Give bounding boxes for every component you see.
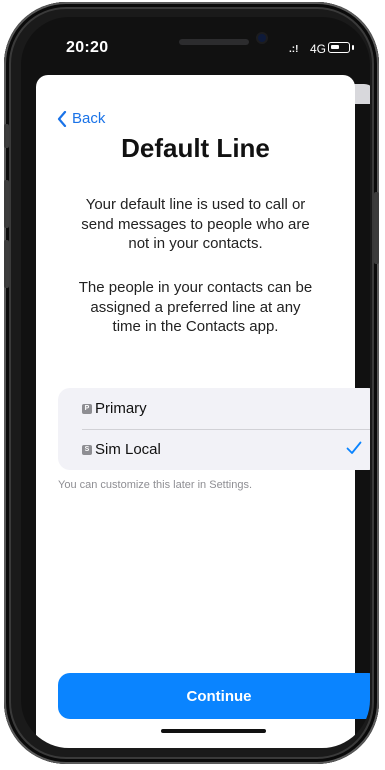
power-button	[374, 192, 379, 264]
home-indicator[interactable]	[161, 729, 266, 733]
volume-down-button	[4, 240, 9, 288]
line-badge-icon: P	[82, 403, 92, 414]
speaker-grille	[179, 39, 249, 45]
page-title: Default Line	[121, 133, 270, 163]
front-camera	[258, 34, 266, 42]
line-option-primary[interactable]: P Primary	[58, 388, 370, 429]
signal-icon: .:!	[289, 44, 299, 55]
screen: 20:20 .:! 4G Back Default Line Your defa…	[21, 17, 370, 748]
line-option-label: Primary	[95, 400, 147, 417]
line-options-list: P Primary S Sim Local	[58, 388, 370, 470]
network-type: 4G	[310, 42, 327, 56]
phone-frame: 20:20 .:! 4G Back Default Line Your defa…	[4, 2, 379, 764]
back-button[interactable]: Back	[57, 110, 105, 127]
description-text-2: The people in your contacts can be assig…	[78, 279, 313, 335]
continue-button[interactable]: Continue	[58, 673, 370, 719]
line-option-label: Sim Local	[95, 441, 161, 458]
description-text-1: Your default line is used to call or sen…	[81, 196, 310, 252]
settings-hint: You can customize this later in Settings…	[58, 479, 253, 491]
modal-sheet: Back Default Line Your default line is u…	[36, 75, 370, 748]
battery-icon	[328, 42, 350, 53]
battery-tip	[352, 45, 354, 50]
mute-switch	[4, 124, 9, 148]
line-option-sim-local[interactable]: S Sim Local	[58, 429, 370, 470]
chevron-left-icon	[57, 110, 67, 127]
status-time: 20:20	[66, 39, 109, 56]
volume-up-button	[4, 180, 9, 228]
checkmark-icon	[346, 441, 362, 454]
back-label: Back	[72, 110, 106, 127]
line-badge-icon: S	[82, 444, 92, 455]
